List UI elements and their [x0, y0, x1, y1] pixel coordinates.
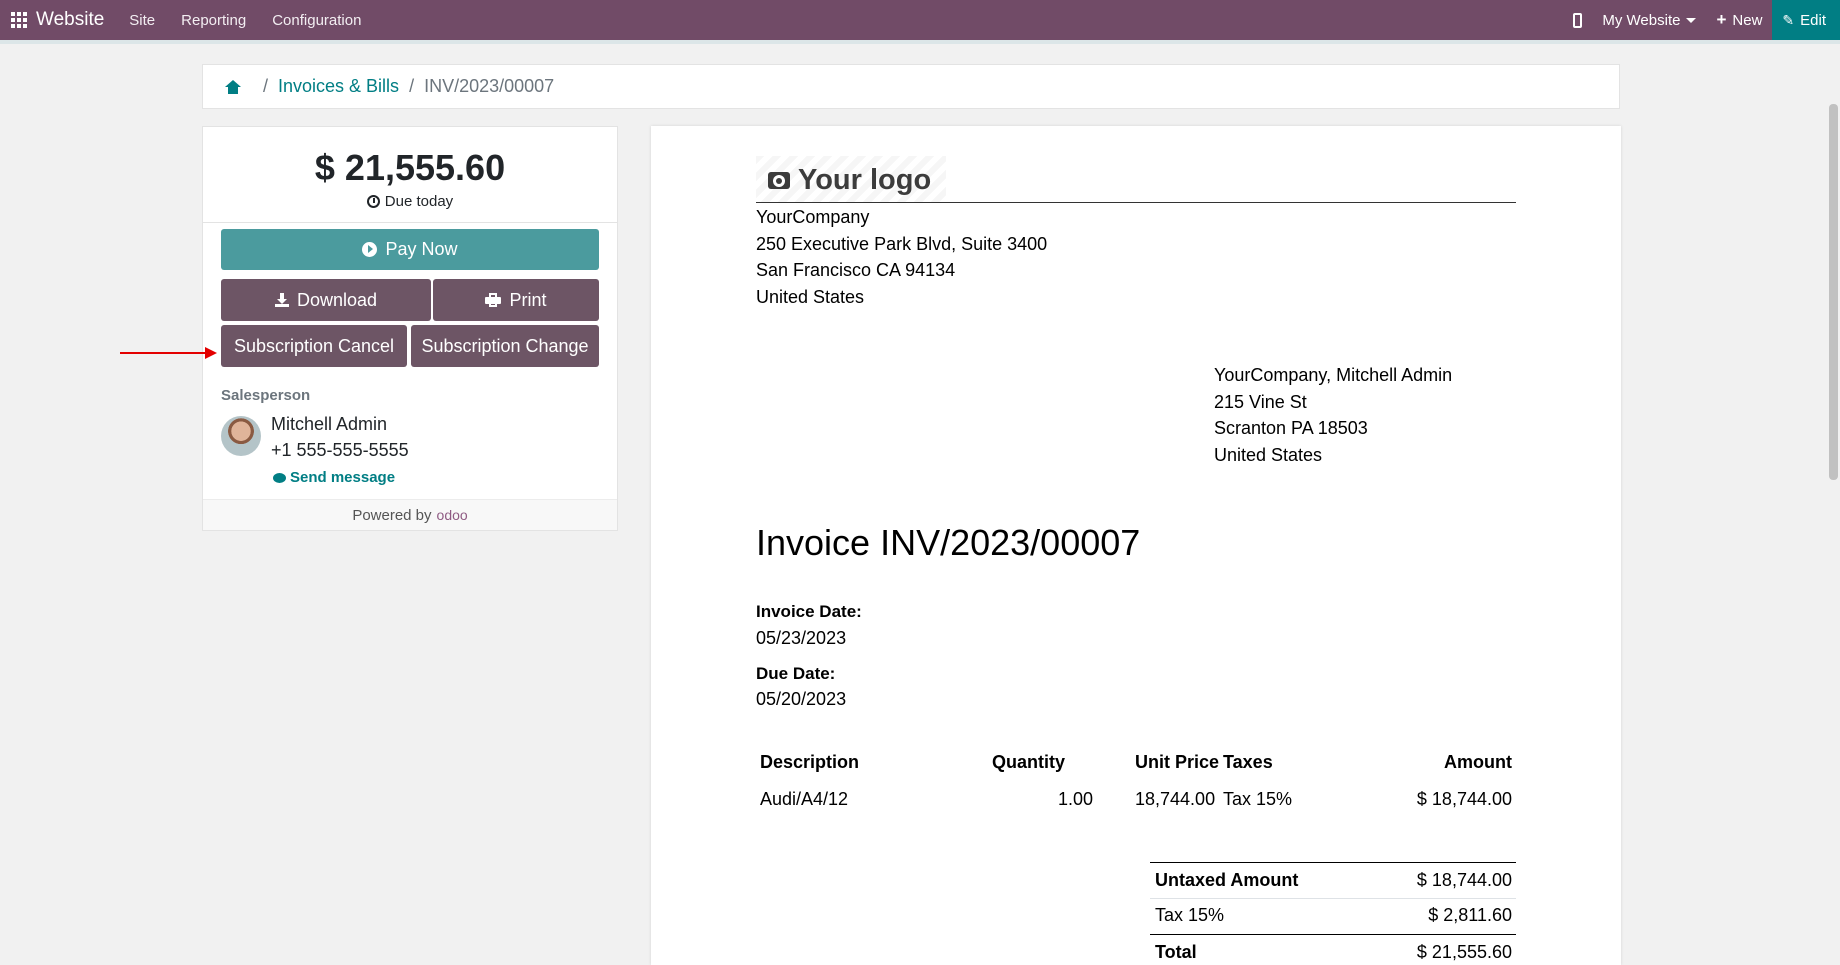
breadcrumb-invoices-link[interactable]: Invoices & Bills — [278, 76, 399, 97]
print-icon — [485, 293, 502, 307]
totals-bottom-rule — [1150, 934, 1516, 935]
customer-address-line: Scranton PA 18503 — [1214, 418, 1368, 438]
customer-address-line: YourCompany, Mitchell Admin — [1214, 365, 1453, 385]
new-label: New — [1732, 11, 1763, 29]
arrow-circle-right-icon — [362, 242, 378, 257]
download-label: Download — [296, 289, 378, 310]
website-selector-label: My Website — [1602, 11, 1681, 29]
avatar — [221, 416, 261, 456]
subscription-cancel-button[interactable]: Subscription Cancel — [221, 325, 407, 367]
pencil-icon: ✎ — [1782, 11, 1795, 28]
totals-row-divider — [1150, 898, 1516, 899]
company-address: YourCompany 250 Executive Park Blvd, Sui… — [756, 204, 1047, 310]
caret-down-icon — [1686, 17, 1697, 23]
line-quantity: 1.00 — [1058, 789, 1094, 809]
total-value: $ 21,555.60 — [1416, 942, 1512, 962]
customer-address: YourCompany, Mitchell Admin 215 Vine St … — [1214, 362, 1452, 468]
website-selector[interactable]: My Website — [1602, 11, 1697, 29]
salesperson-name: Mitchell Admin — [271, 414, 388, 434]
invoice-sidebar-card: $ 21,555.60 Due today Pay Now Download P… — [202, 126, 618, 531]
print-button[interactable]: Print — [433, 279, 599, 321]
download-button[interactable]: Download — [221, 279, 431, 321]
comments-icon — [273, 472, 286, 483]
salesperson-phone: +1 555-555-5555 — [271, 440, 409, 460]
totals-top-rule — [1150, 862, 1516, 863]
column-header-description: Description — [760, 752, 860, 772]
logo-text: Your logo — [798, 164, 932, 196]
customer-address-line: 215 Vine St — [1214, 391, 1307, 412]
new-button[interactable]: + New — [1716, 10, 1762, 30]
subscription-change-button[interactable]: Subscription Change — [411, 325, 599, 367]
salesperson-label: Salesperson — [221, 387, 311, 404]
app-brand[interactable]: Website — [36, 9, 104, 31]
menu-configuration[interactable]: Configuration — [272, 12, 361, 29]
card-divider — [203, 222, 617, 223]
home-icon[interactable] — [225, 79, 241, 94]
odoo-logo[interactable]: odoo — [437, 507, 468, 523]
invoice-date-value: 05/23/2023 — [756, 628, 847, 648]
tax-value: $ 2,811.60 — [1428, 905, 1512, 925]
clock-icon — [366, 195, 380, 208]
breadcrumb: / Invoices & Bills / INV/2023/00007 — [202, 64, 1620, 109]
camera-icon — [768, 172, 790, 189]
line-unit-price: 18,744.00 — [1135, 789, 1216, 809]
navbar-border — [0, 40, 1840, 44]
edit-label: Edit — [1800, 11, 1826, 29]
amount-due: $ 21,555.60 — [314, 147, 506, 188]
invoice-document: Your logo YourCompany 250 Executive Park… — [651, 126, 1621, 965]
column-header-taxes: Taxes — [1223, 752, 1273, 772]
company-address-line: San Francisco CA 94134 — [756, 260, 956, 280]
powered-by-footer: Powered by odoo — [203, 499, 617, 530]
pay-now-label: Pay Now — [385, 239, 458, 259]
column-header-unit-price: Unit Price — [1135, 752, 1220, 772]
due-date-value: 05/20/2023 — [756, 689, 847, 709]
company-address-line: 250 Executive Park Blvd, Suite 3400 — [756, 233, 1048, 254]
due-status: Due today — [203, 193, 617, 210]
send-message-link[interactable]: Send message — [273, 469, 395, 486]
download-icon — [274, 293, 289, 307]
customer-address-line: United States — [1214, 444, 1323, 465]
tax-label: Tax 15% — [1155, 905, 1225, 925]
annotation-arrow — [120, 347, 217, 359]
send-message-label: Send message — [290, 469, 396, 486]
top-navbar: Website Site Reporting Configuration My … — [0, 0, 1840, 40]
total-label: Total — [1155, 942, 1197, 962]
line-description: Audi/A4/12 — [760, 789, 849, 809]
plus-icon: + — [1716, 10, 1727, 29]
column-header-amount: Amount — [1444, 752, 1512, 772]
menu-site[interactable]: Site — [129, 12, 155, 29]
mobile-preview-button[interactable] — [1573, 12, 1583, 28]
invoice-date-label: Invoice Date: — [756, 602, 862, 621]
company-address-line: YourCompany — [756, 207, 870, 227]
company-logo-placeholder[interactable]: Your logo — [768, 164, 931, 197]
column-header-quantity: Quantity — [992, 752, 1066, 772]
company-address-line: United States — [756, 286, 865, 307]
edit-button[interactable]: ✎ Edit — [1772, 0, 1840, 40]
line-amount: $ 18,744.00 — [1416, 789, 1512, 809]
mobile-icon — [1573, 12, 1583, 28]
due-label: Due today — [384, 193, 454, 210]
untaxed-amount-label: Untaxed Amount — [1155, 870, 1299, 890]
page-scrollbar-thumb[interactable] — [1829, 104, 1838, 480]
due-date-label: Due Date: — [756, 664, 836, 683]
breadcrumb-separator: / — [263, 76, 269, 96]
untaxed-amount-value: $ 18,744.00 — [1416, 870, 1512, 890]
powered-by-label: Powered by — [352, 506, 432, 524]
breadcrumb-current: INV/2023/00007 — [424, 76, 555, 96]
menu-reporting[interactable]: Reporting — [181, 12, 246, 29]
print-label: Print — [509, 289, 547, 310]
invoice-title: Invoice INV/2023/00007 — [756, 522, 1141, 563]
pay-now-button[interactable]: Pay Now — [221, 229, 599, 270]
breadcrumb-separator: / — [409, 76, 415, 96]
line-taxes: Tax 15% — [1223, 789, 1293, 809]
apps-menu-icon[interactable] — [0, 0, 32, 40]
company-logo-area: Your logo — [756, 156, 1516, 203]
